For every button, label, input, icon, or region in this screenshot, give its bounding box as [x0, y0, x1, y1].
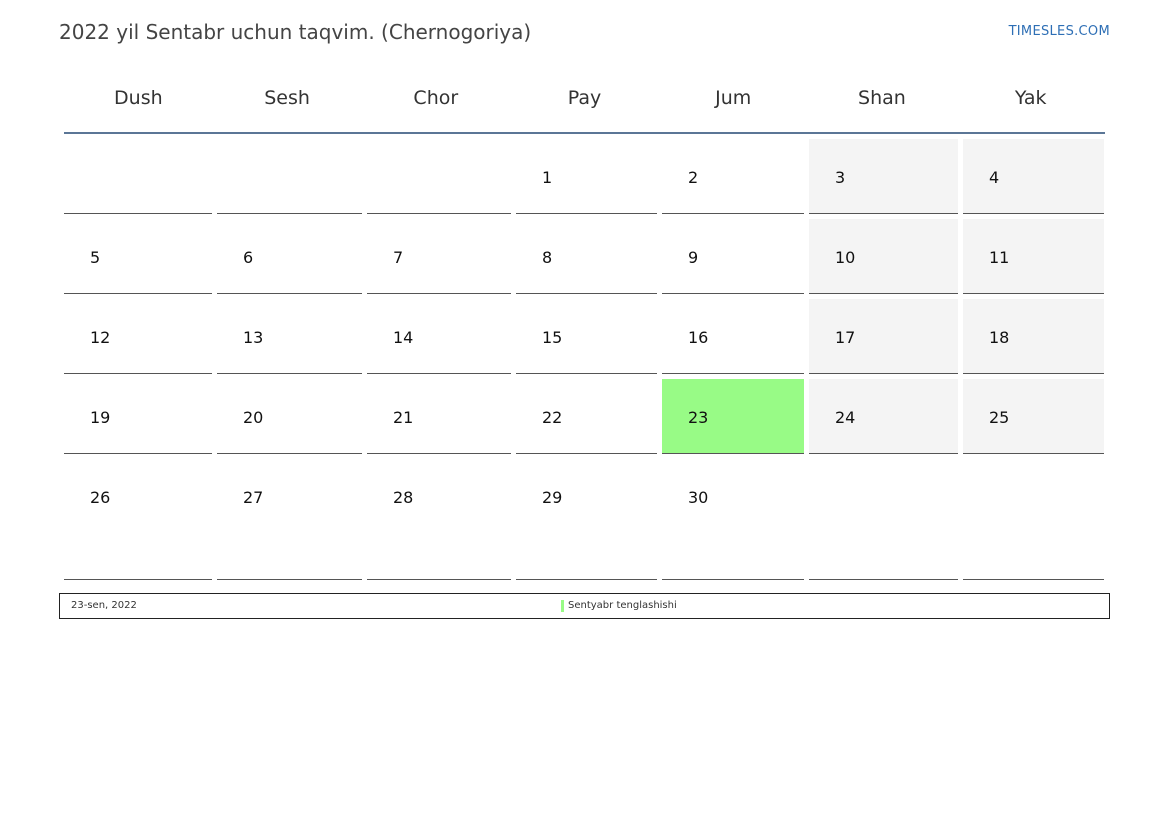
calendar-weeks: 1 2 3 4 5 6 7 8 9 10 11 12 13 14 15 16 17 18 19 20 21 22 23 24 2… — [64, 139, 1105, 580]
day-cell[interactable]: 1 — [516, 139, 657, 214]
day-cell[interactable]: 24 — [809, 379, 958, 454]
weekday-label: Chor — [413, 87, 459, 109]
day-number: 9 — [688, 248, 699, 267]
weekday-label: Yak — [1014, 87, 1047, 109]
day-number: 24 — [835, 408, 856, 427]
calendar-week: 5 6 7 8 9 10 11 — [64, 219, 1105, 294]
day-cell[interactable] — [809, 459, 958, 580]
day-number: 12 — [90, 328, 111, 347]
calendar-week: 1 2 3 4 — [64, 139, 1105, 214]
day-cell[interactable]: 25 — [963, 379, 1104, 454]
day-cell[interactable]: 6 — [217, 219, 362, 294]
day-number: 10 — [835, 248, 856, 267]
day-cell[interactable]: 4 — [963, 139, 1104, 214]
day-cell[interactable]: 9 — [662, 219, 804, 294]
weekday-label: Dush — [114, 87, 163, 109]
legend-holiday-name: Sentyabr tenglashishi — [568, 600, 677, 611]
day-cell[interactable]: 26 — [64, 459, 212, 580]
weekday-label: Sesh — [264, 87, 310, 109]
day-cell[interactable] — [64, 139, 212, 214]
day-cell[interactable] — [217, 139, 362, 214]
day-cell[interactable]: 12 — [64, 299, 212, 374]
day-number: 27 — [243, 488, 264, 507]
weekday-label: Shan — [858, 87, 906, 109]
day-number: 23 — [688, 408, 709, 427]
legend-date: 23-sen, 2022 — [71, 600, 137, 611]
day-number: 21 — [393, 408, 414, 427]
day-cell[interactable]: 2 — [662, 139, 804, 214]
day-number: 26 — [90, 488, 111, 507]
day-number: 5 — [90, 248, 101, 267]
calendar-week: 26 27 28 29 30 — [64, 459, 1105, 580]
day-cell[interactable]: 21 — [367, 379, 511, 454]
day-number: 18 — [989, 328, 1010, 347]
day-cell[interactable] — [367, 139, 511, 214]
day-number: 20 — [243, 408, 264, 427]
day-number: 22 — [542, 408, 563, 427]
day-cell[interactable]: 16 — [662, 299, 804, 374]
day-cell[interactable]: 23 — [662, 379, 804, 454]
calendar-grid: Dush Sesh Chor Pay Jum Shan Yak 12345678… — [64, 78, 1105, 580]
day-cell[interactable]: 27 — [217, 459, 362, 580]
day-cell[interactable]: 17 — [809, 299, 958, 374]
day-number: 17 — [835, 328, 856, 347]
holiday-color-swatch — [561, 600, 564, 612]
page-title: 2022 yil Sentabr uchun taqvim. (Chernogo… — [59, 20, 532, 44]
day-number: 19 — [90, 408, 111, 427]
day-cell[interactable]: 10 — [809, 219, 958, 294]
day-cell[interactable] — [963, 459, 1104, 580]
day-cell[interactable]: 8 — [516, 219, 657, 294]
day-number: 3 — [835, 168, 846, 187]
day-cell[interactable]: 22 — [516, 379, 657, 454]
day-number: 11 — [989, 248, 1010, 267]
weekday-header: Dush Sesh Chor Pay Jum Shan Yak — [64, 78, 1105, 134]
day-cell[interactable]: 14 — [367, 299, 511, 374]
day-cell[interactable]: 3 — [809, 139, 958, 214]
day-cell[interactable]: 19 — [64, 379, 212, 454]
day-cell[interactable]: 30 — [662, 459, 804, 580]
day-number: 4 — [989, 168, 1000, 187]
day-cell[interactable]: 5 — [64, 219, 212, 294]
day-cell[interactable]: 7 — [367, 219, 511, 294]
day-cell[interactable]: 29 — [516, 459, 657, 580]
day-number: 8 — [542, 248, 553, 267]
holiday-legend: 23-sen, 2022 Sentyabr tenglashishi — [59, 593, 1110, 619]
day-cell[interactable]: 20 — [217, 379, 362, 454]
calendar-week: 12 13 14 15 16 17 18 — [64, 299, 1105, 374]
day-number: 30 — [688, 488, 709, 507]
day-number: 1 — [542, 168, 553, 187]
day-cell[interactable]: 15 — [516, 299, 657, 374]
day-number: 16 — [688, 328, 709, 347]
day-number: 29 — [542, 488, 563, 507]
day-number: 13 — [243, 328, 264, 347]
day-number: 28 — [393, 488, 414, 507]
site-link[interactable]: TIMESLES.COM — [1009, 24, 1110, 39]
day-cell[interactable]: 18 — [963, 299, 1104, 374]
day-cell[interactable]: 11 — [963, 219, 1104, 294]
calendar-week: 19 20 21 22 23 24 25 — [64, 379, 1105, 454]
day-number: 2 — [688, 168, 699, 187]
day-number: 14 — [393, 328, 414, 347]
day-number: 7 — [393, 248, 404, 267]
weekday-label: Jum — [715, 87, 752, 109]
day-number: 6 — [243, 248, 254, 267]
day-cell[interactable]: 28 — [367, 459, 511, 580]
day-number: 15 — [542, 328, 563, 347]
day-cell[interactable]: 13 — [217, 299, 362, 374]
weekday-label: Pay — [567, 87, 602, 109]
day-number: 25 — [989, 408, 1010, 427]
